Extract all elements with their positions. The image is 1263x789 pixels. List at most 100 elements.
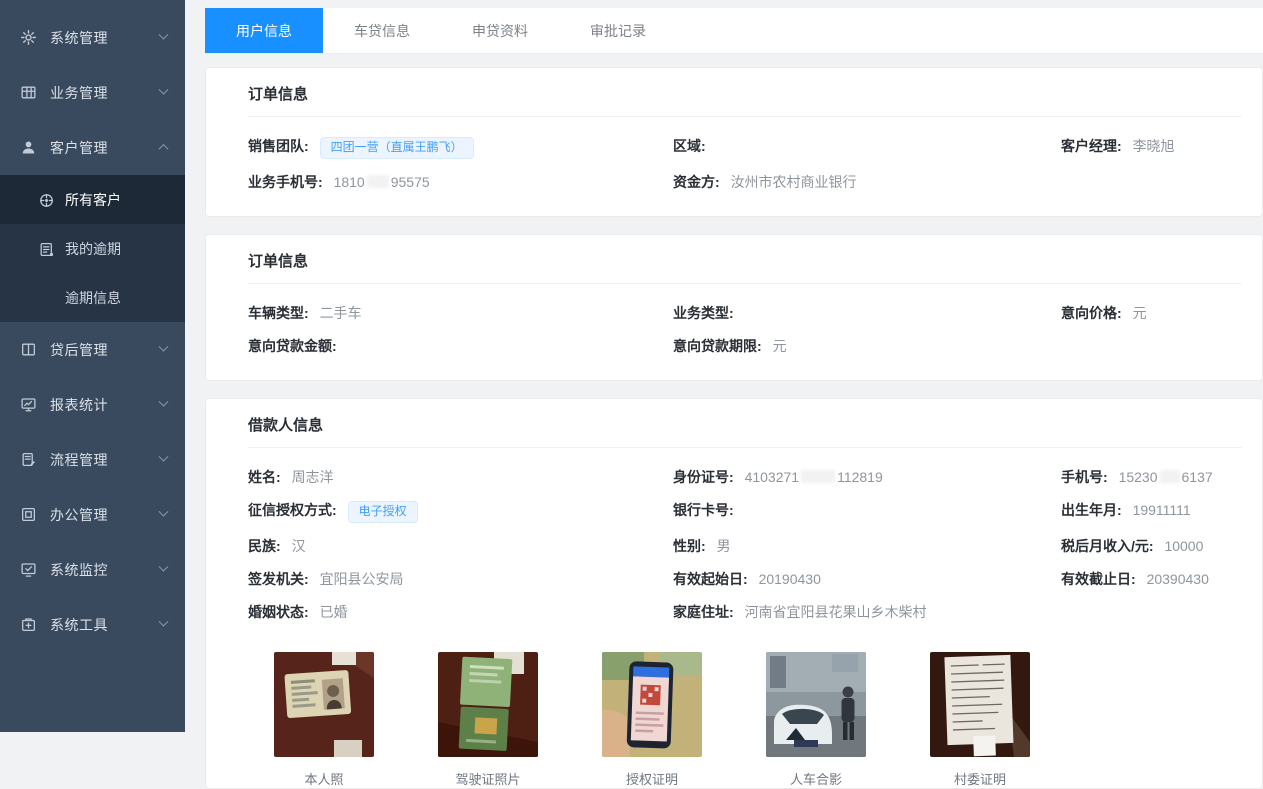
photo-caption: 本人照 <box>274 769 374 788</box>
sidebar-item-label: 系统监控 <box>50 560 108 580</box>
field-value: 20190430 <box>759 571 821 587</box>
app-root: 系统管理 业务管理 客户管理 所有客户 <box>0 0 1263 732</box>
field-label: 征信授权方式: <box>248 502 337 518</box>
field-empty <box>1061 603 1242 622</box>
handwritten-document-photo-thumbnail[interactable]: 村委证明 <box>930 652 1030 788</box>
sidebar-item-label: 办公管理 <box>50 505 108 525</box>
redaction-blur <box>801 470 835 483</box>
person-car-photo-thumbnail[interactable]: 人车合影 <box>766 652 866 788</box>
sidebar-item-my-overdue[interactable]: 我的逾期 <box>0 224 185 273</box>
field-value: 已婚 <box>320 604 348 620</box>
tab-car-loan-info[interactable]: 车贷信息 <box>323 8 441 53</box>
field-empty <box>1061 337 1242 356</box>
tab-user-info[interactable]: 用户信息 <box>205 8 323 53</box>
sidebar-item-label: 所有客户 <box>65 190 121 210</box>
tab-bar: 用户信息 车贷信息 申贷资料 审批记录 <box>205 8 1263 54</box>
field-bank-card: 银行卡号: <box>673 501 1061 523</box>
id-card-photo-thumbnail[interactable]: 本人照 <box>274 652 374 788</box>
tab-loan-application-docs[interactable]: 申贷资料 <box>441 8 559 53</box>
field-value: 宜阳县公安局 <box>320 571 404 587</box>
sidebar-item-all-customers[interactable]: 所有客户 <box>0 175 185 224</box>
gear-icon <box>20 29 37 46</box>
tab-label: 用户信息 <box>236 21 292 41</box>
log-icon <box>38 241 54 257</box>
field-label: 出生年月: <box>1061 502 1122 518</box>
field-value: 19911111 <box>1133 502 1191 518</box>
field-label: 意向价格: <box>1061 305 1122 321</box>
clipboard-pen-icon <box>20 451 37 468</box>
field-label: 家庭住址: <box>673 604 734 620</box>
table-icon <box>20 84 37 101</box>
field-marital-status: 婚姻状态: 已婚 <box>248 603 673 622</box>
sidebar-item-office-management[interactable]: 办公管理 <box>0 487 185 542</box>
field-label: 有效起始日: <box>673 571 748 587</box>
toolbox-icon <box>20 616 37 633</box>
field-gender: 性别: 男 <box>673 537 1061 556</box>
credit-auth-tag[interactable]: 电子授权 <box>348 501 418 523</box>
field-id-number: 身份证号: 4103271112819 <box>673 468 1061 487</box>
field-label: 性别: <box>673 538 706 554</box>
field-valid-to: 有效截止日: 20390430 <box>1061 570 1242 589</box>
card-body: 销售团队: 四团一营（直属王鹏飞） 区域: 客户经理: 李晓旭 业务手机号: 1… <box>248 117 1242 216</box>
customer-management-submenu: 所有客户 我的逾期 逾期信息 <box>0 175 185 322</box>
field-value: 元 <box>773 338 787 354</box>
chevron-down-icon <box>159 452 169 462</box>
sidebar-item-label: 客户管理 <box>50 138 108 158</box>
auth-qr-photo-thumbnail[interactable]: 授权证明 <box>602 652 702 788</box>
card-title: 订单信息 <box>248 235 1242 284</box>
tab-label: 申贷资料 <box>472 21 528 41</box>
field-value: 二手车 <box>320 305 362 321</box>
tab-approval-records[interactable]: 审批记录 <box>559 8 677 53</box>
sidebar-item-postloan-management[interactable]: 贷后管理 <box>0 322 185 377</box>
field-label: 销售团队: <box>248 138 309 154</box>
sidebar-item-customer-management[interactable]: 客户管理 <box>0 120 185 175</box>
tab-label: 审批记录 <box>590 21 646 41</box>
card-title: 订单信息 <box>248 68 1242 117</box>
field-customer-manager: 客户经理: 李晓旭 <box>1061 137 1242 159</box>
field-credit-auth: 征信授权方式: 电子授权 <box>248 501 673 523</box>
sidebar-item-system-management[interactable]: 系统管理 <box>0 10 185 65</box>
field-value: 4103271112819 <box>745 469 883 485</box>
sidebar-item-business-management[interactable]: 业务管理 <box>0 65 185 120</box>
field-label: 意向贷款期限: <box>673 338 762 354</box>
field-label: 婚姻状态: <box>248 604 309 620</box>
chevron-down-icon <box>159 30 169 40</box>
photo-caption: 驾驶证照片 <box>438 769 538 788</box>
field-intent-price: 意向价格: 元 <box>1061 304 1242 323</box>
sidebar-item-report-statistics[interactable]: 报表统计 <box>0 377 185 432</box>
field-value: 河南省宜阳县花果山乡木柴村 <box>745 604 927 620</box>
chevron-up-icon <box>159 144 169 154</box>
redaction-blur <box>1160 470 1180 483</box>
field-ethnicity: 民族: 汉 <box>248 537 673 556</box>
sales-team-tag[interactable]: 四团一营（直属王鹏飞） <box>320 137 474 159</box>
field-empty <box>1061 173 1242 192</box>
photo-caption: 村委证明 <box>930 769 1030 788</box>
card-body: 姓名: 周志洋 身份证号: 4103271112819 手机号: 1523061… <box>248 448 1242 646</box>
tab-label: 车贷信息 <box>354 21 410 41</box>
field-label: 民族: <box>248 538 281 554</box>
field-value: 汉 <box>292 538 306 554</box>
field-business-phone: 业务手机号: 181095575 <box>248 173 673 192</box>
monitor-check-icon <box>20 561 37 578</box>
sidebar-item-label: 贷后管理 <box>50 340 108 360</box>
sidebar-item-system-monitor[interactable]: 系统监控 <box>0 542 185 597</box>
field-value: 20390430 <box>1147 571 1209 587</box>
field-label: 业务手机号: <box>248 174 323 190</box>
license-booklet-photo-thumbnail[interactable]: 驾驶证照片 <box>438 652 538 788</box>
chevron-down-icon <box>159 342 169 352</box>
redaction-blur <box>367 175 389 188</box>
borrower-info-card: 借款人信息 姓名: 周志洋 身份证号: 4103271112819 手机号: 1… <box>205 398 1263 789</box>
field-funder: 资金方: 汝州市农村商业银行 <box>673 173 1061 192</box>
sidebar-item-process-management[interactable]: 流程管理 <box>0 432 185 487</box>
field-value: 152306137 <box>1119 469 1213 485</box>
order-info-card-1: 订单信息 销售团队: 四团一营（直属王鹏飞） 区域: 客户经理: 李晓旭 业务手… <box>205 67 1263 217</box>
user-icon <box>20 139 37 156</box>
photo-caption: 授权证明 <box>602 769 702 788</box>
sidebar-item-system-tools[interactable]: 系统工具 <box>0 597 185 652</box>
field-loan-term: 意向贷款期限: 元 <box>673 337 1061 356</box>
sidebar-item-label: 我的逾期 <box>65 239 121 259</box>
sidebar-item-overdue-info[interactable]: 逾期信息 <box>0 273 185 322</box>
card-body: 车辆类型: 二手车 业务类型: 意向价格: 元 意向贷款金额: 意向贷款期限: <box>248 284 1242 380</box>
chevron-down-icon <box>159 507 169 517</box>
field-label: 意向贷款金额: <box>248 338 337 354</box>
